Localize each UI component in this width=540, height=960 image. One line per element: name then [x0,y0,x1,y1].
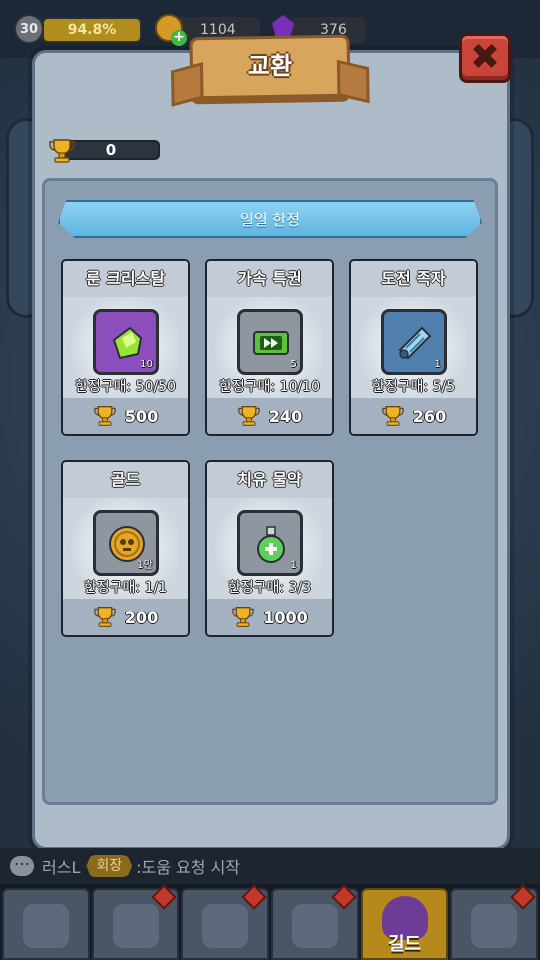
chat-message: :도움 요청 시작 [136,858,241,877]
trophy-counter: 0 [48,138,160,163]
nav-item-tomb[interactable] [181,884,270,960]
item-icon-box: 10 [93,309,159,375]
trophy-balance: 0 [105,141,117,159]
item-price: 260 [412,406,447,426]
shop-item-card[interactable]: 가속 특권 5 한정구매: 10/10 240 [205,259,334,436]
price-row: 500 [63,398,188,434]
item-name: 골드 [63,462,188,498]
purchase-limit: 한정구매: 3/3 [227,580,312,596]
price-row: 1000 [207,599,332,635]
healing-potion-icon [257,526,285,563]
nav-item-treasure[interactable] [2,888,90,960]
item-price: 240 [268,406,303,426]
shop-item-card[interactable]: 골드 1만 한정구매: 1/1 200 [61,460,190,637]
nav-item-battle[interactable] [271,884,359,960]
modal-title: 교환 [247,52,293,80]
purchase-limit: 한정구매: 50/50 [74,379,177,395]
section-ribbon: 일일 한정 [58,200,482,238]
price-row: 260 [351,398,476,434]
trophy-icon [238,406,260,426]
item-icon-box: 1 [237,510,303,576]
speed-ticket-icon [253,331,289,355]
nav-item-guild[interactable]: 길드 [360,888,449,960]
chat-sender: 러스L [42,858,81,877]
challenge-scroll-icon [398,326,432,360]
trophy-icon [232,607,255,627]
cave-icon [112,904,159,948]
item-icon-box: 1 [381,309,447,375]
item-price: 200 [124,607,159,627]
purchase-limit: 한정구매: 10/10 [218,379,321,395]
add-coin-icon[interactable] [155,14,187,46]
nav-label-guild: 길드 [387,934,422,955]
price-row: 240 [207,398,332,434]
item-name: 치유 물약 [207,462,332,498]
shop-item-card[interactable]: 룬 크리스탈 10 한정구매: 50/50 500 [61,259,190,436]
item-name: 룬 크리스탈 [63,261,188,297]
close-button[interactable]: ✖ [459,33,511,83]
treasure-chest-icon [22,904,69,948]
item-price: 500 [124,406,159,426]
chat-role-badge: 회장 [86,855,133,877]
item-count: 1만 [137,560,153,571]
trophy-icon [94,406,116,426]
item-count: 5 [290,359,297,370]
item-name: 도전 족자 [351,261,476,297]
item-body: 10 한정구매: 50/50 [63,297,188,398]
item-body: 1 한정구매: 3/3 [207,498,332,599]
close-icon: ✖ [469,37,501,78]
purchase-limit: 한정구매: 1/1 [83,580,168,596]
level-badge: 30 [14,14,44,44]
tombstone-icon [202,904,249,948]
item-body: 5 한정구매: 10/10 [207,297,332,398]
bottom-nav: 길드 [0,884,540,960]
nav-item-cave[interactable] [91,884,180,960]
item-name: 가속 특권 [207,261,332,297]
item-count: 1 [434,359,441,370]
crossed-axes-icon [291,904,338,948]
nav-item-shop[interactable] [450,884,539,960]
trophy-icon [382,406,404,426]
shop-tent-icon [471,904,518,948]
shop-item-card[interactable]: 도전 족자 1 한정구매: 5/5 260 [349,259,478,436]
rune-crystal-icon [112,326,143,360]
chat-bubble-icon [10,850,34,876]
item-icon-box: 1만 [93,510,159,576]
item-count: 1 [290,560,297,571]
shop-item-card[interactable]: 치유 물약 1 한정구매: 3/3 1000 [205,460,334,637]
item-price: 1000 [263,607,308,627]
item-icon-box: 5 [237,309,303,375]
price-row: 200 [63,599,188,635]
chat-bar[interactable]: 러스L 회장 :도움 요청 시작 [0,848,540,884]
item-body: 1만 한정구매: 1/1 [63,498,188,599]
item-body: 1 한정구매: 5/5 [351,297,476,398]
purchase-limit: 한정구매: 5/5 [371,379,456,395]
section-label: 일일 한정 [240,210,300,229]
title-plank: 교환 [189,30,351,100]
trophy-icon [94,607,116,627]
item-count: 10 [140,359,153,370]
exp-bar: 94.8% [42,17,142,43]
